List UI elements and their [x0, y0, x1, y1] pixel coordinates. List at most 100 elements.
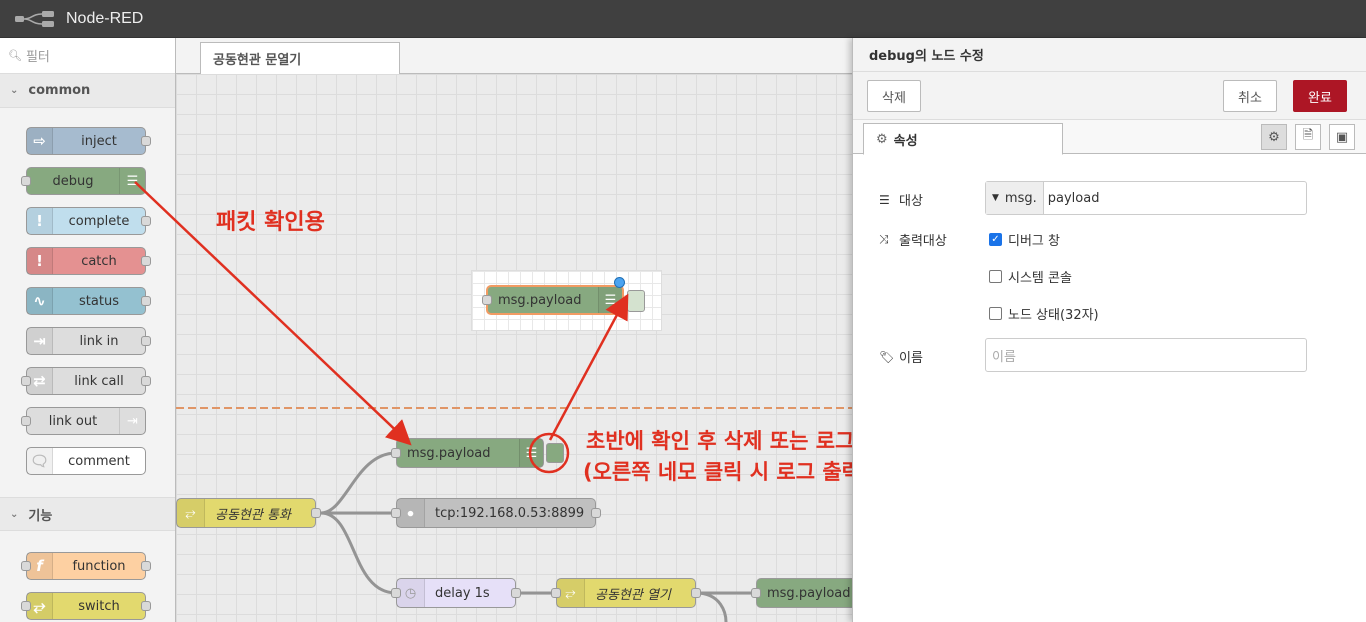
output-port[interactable] — [591, 508, 601, 518]
output-port[interactable] — [141, 136, 151, 146]
cancel-button[interactable]: 취소 — [1223, 80, 1277, 112]
node-label: function — [72, 558, 126, 574]
palette-node-comment[interactable]: 🗨︎ comment — [26, 447, 146, 475]
output-port[interactable] — [141, 336, 151, 346]
node-label: 공동현관 통화 — [215, 507, 291, 523]
output-port[interactable] — [141, 561, 151, 571]
target-label: 대상 — [899, 194, 923, 209]
flow-node-call[interactable]: ⥂ 공동현관 통화 — [176, 498, 321, 528]
output-port[interactable] — [311, 508, 321, 518]
node-label: delay 1s — [435, 585, 490, 601]
link-arrow-icon: ⇥ — [119, 408, 145, 434]
shuffle-icon: ⤨ — [879, 232, 889, 246]
changed-dot — [614, 277, 625, 288]
zoom-preview: msg.payload ☰ — [471, 270, 662, 331]
palette-node-function[interactable]: f function — [21, 552, 151, 580]
palette-node-catch[interactable]: ! catch — [26, 247, 151, 275]
description-tab-button[interactable]: 🗎︎ — [1295, 124, 1321, 150]
delete-button[interactable]: 삭제 — [867, 80, 921, 112]
annotation-packet: 패킷 확인용 — [216, 210, 325, 235]
input-port[interactable] — [391, 448, 401, 458]
tab-properties[interactable]: ⚙ 속성 — [863, 123, 1063, 155]
category-common[interactable]: ⌄ common — [0, 74, 175, 108]
palette-node-debug[interactable]: debug ☰ — [21, 167, 146, 195]
switch-icon: ⥂ — [557, 579, 585, 607]
input-port[interactable] — [21, 416, 31, 426]
palette-filter-input[interactable]: 🔍︎ 필터 — [0, 38, 175, 74]
name-label: 이름 — [899, 351, 923, 366]
palette-node-inject[interactable]: ⇨ inject — [26, 127, 151, 155]
input-port[interactable] — [21, 601, 31, 611]
input-port[interactable] — [551, 588, 561, 598]
flow-node-debug-2[interactable]: msg.payload — [751, 578, 852, 608]
category-label: common — [28, 83, 91, 98]
option-system-console[interactable]: 시스템 콘솔 — [989, 267, 1072, 286]
output-port[interactable] — [141, 216, 151, 226]
palette-node-status[interactable]: ∿ status — [26, 287, 151, 315]
output-port[interactable] — [141, 601, 151, 611]
output-port[interactable] — [691, 588, 701, 598]
node-label: msg.payload — [767, 585, 851, 601]
name-label-row: 🏷︎ 이름 — [879, 347, 923, 367]
preview-debug-node: msg.payload ☰ — [482, 285, 624, 315]
debug-list-icon: ☰ — [598, 287, 622, 313]
palette-node-link-call[interactable]: ⇄ link call — [21, 367, 151, 395]
node-label: msg.payload — [498, 292, 582, 308]
debug-list-icon: ☰ — [519, 439, 543, 467]
option-debug-window[interactable]: ✓ 디버그 창 — [989, 230, 1060, 249]
palette-node-link-out[interactable]: link out ⇥ — [21, 407, 146, 435]
switch-icon: ⥂ — [177, 499, 205, 527]
input-port[interactable] — [391, 588, 401, 598]
flow-node-open[interactable]: ⥂ 공동현관 열기 — [551, 578, 701, 608]
search-icon: 🔍︎ — [8, 49, 22, 62]
input-port[interactable] — [21, 376, 31, 386]
input-port[interactable] — [21, 176, 31, 186]
target-value: payload — [1047, 190, 1100, 206]
exclamation-icon: ! — [27, 208, 53, 234]
node-label: debug — [52, 173, 94, 189]
filter-placeholder: 필터 — [25, 50, 50, 65]
option-label: 노드 상태(32자) — [1008, 308, 1099, 323]
checkbox-checked[interactable]: ✓ — [989, 233, 1002, 246]
palette-node-complete[interactable]: ! complete — [26, 207, 151, 235]
output-port[interactable] — [141, 376, 151, 386]
category-label: 기능 — [28, 508, 53, 524]
option-node-status[interactable]: 노드 상태(32자) — [989, 304, 1099, 323]
app-header: Node-RED — [0, 0, 1366, 38]
palette-node-switch[interactable]: ⥂ switch — [21, 592, 151, 620]
checkbox[interactable] — [989, 307, 1002, 320]
category-function[interactable]: ⌄ 기능 — [0, 497, 175, 531]
node-label: status — [79, 293, 119, 309]
node-label: catch — [81, 253, 117, 269]
input-port[interactable] — [391, 508, 401, 518]
target-input[interactable]: ▼ msg. payload — [985, 181, 1307, 215]
exclamation-icon: ! — [27, 248, 53, 274]
appearance-tab-button[interactable]: ▣ — [1329, 124, 1355, 150]
output-port[interactable] — [141, 296, 151, 306]
tray-toolbar: 삭제 취소 완료 — [853, 72, 1366, 120]
output-port[interactable] — [141, 256, 151, 266]
palette-node-link-in[interactable]: ⇥ link in — [26, 327, 151, 355]
flow-node-delay[interactable]: ◷ delay 1s — [391, 578, 521, 608]
input-port[interactable] — [751, 588, 761, 598]
flow-node-debug[interactable]: msg.payload ☰ — [391, 438, 544, 468]
input-port[interactable] — [21, 561, 31, 571]
caret-down-icon: ▼ — [992, 193, 999, 203]
debug-toggle-button[interactable] — [546, 443, 564, 463]
chevron-down-icon: ⌄ — [10, 85, 19, 96]
checkbox[interactable] — [989, 270, 1002, 283]
flow-node-tcp[interactable]: ⦁ tcp:192.168.0.53:8899 — [391, 498, 601, 528]
done-button[interactable]: 완료 — [1293, 80, 1347, 112]
name-input[interactable]: 이름 — [985, 338, 1307, 372]
chevron-down-icon: ⌄ — [10, 508, 19, 520]
debug-toggle-button — [627, 290, 645, 312]
option-label: 디버그 창 — [1008, 234, 1060, 249]
output-port[interactable] — [511, 588, 521, 598]
node-label: link in — [79, 333, 119, 349]
signal-icon: ⦁ — [397, 499, 425, 527]
canvas-shade — [176, 74, 852, 622]
tray-title: debug의 노드 수정 — [853, 38, 1366, 72]
edit-tray: debug의 노드 수정 삭제 취소 완료 ⚙ 속성 ⚙ 🗎︎ ▣ ☰ 대상 ▼… — [852, 38, 1366, 622]
type-select[interactable]: ▼ msg. — [986, 182, 1044, 214]
settings-tab-button[interactable]: ⚙ — [1261, 124, 1287, 150]
